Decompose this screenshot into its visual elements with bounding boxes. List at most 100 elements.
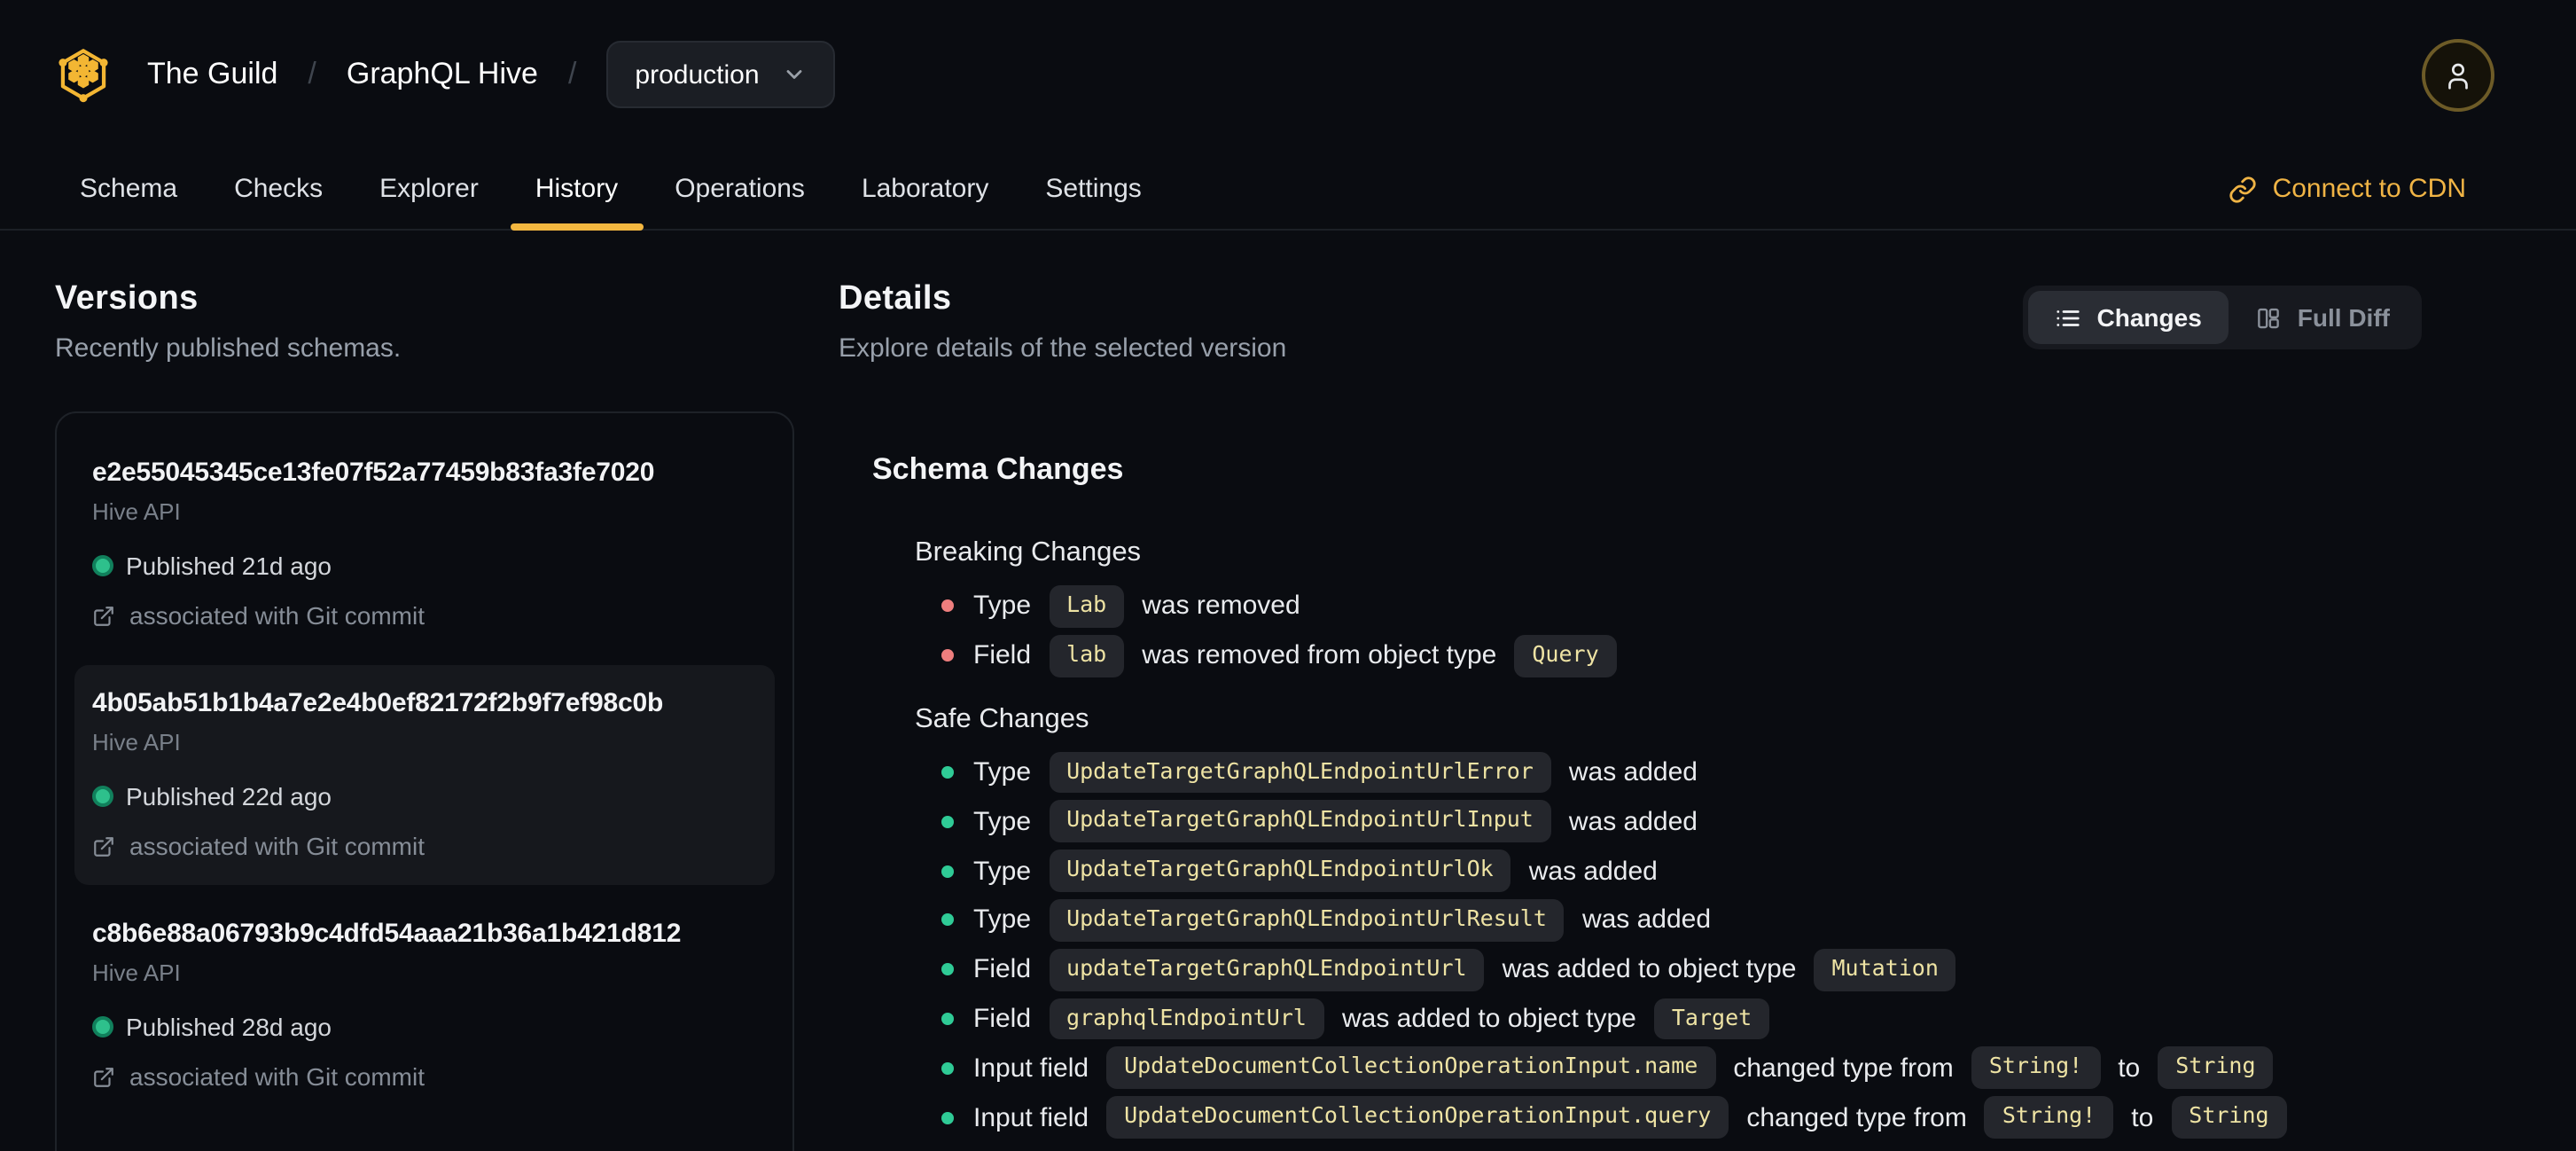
- code-badge: Query: [1514, 634, 1617, 677]
- nav-tab-label: Settings: [1045, 174, 1142, 204]
- git-commit-link[interactable]: associated with Git commit: [92, 832, 757, 860]
- git-commit-label: associated with Git commit: [129, 1062, 425, 1091]
- schema-change-item: Input field UpdateDocumentCollectionOpera…: [915, 1044, 2422, 1093]
- safe-changes-list: Type UpdateTargetGraphQLEndpointUrlError w…: [915, 748, 2422, 1142]
- change-text: changed type from: [1746, 1102, 1967, 1133]
- version-hash: c8b6e88a06793b9c4dfd54aaa21b36a1b421d812: [92, 919, 682, 949]
- user-icon: [2448, 62, 2468, 89]
- breadcrumb: The Guild / GraphQL Hive / production: [147, 41, 836, 108]
- change-bullet-dot: [941, 1111, 954, 1124]
- schema-change-item: Field lab was removed from object type Quer…: [915, 631, 2422, 681]
- breadcrumb-project[interactable]: GraphQL Hive: [347, 57, 538, 92]
- nav-tab-history[interactable]: History: [510, 149, 643, 231]
- versions-panel: Versions Recently published schemas. e2e…: [55, 280, 794, 1151]
- main-content: Versions Recently published schemas. e2e…: [0, 231, 2576, 1151]
- change-text: Type: [973, 806, 1032, 837]
- version-service-name: Hive API: [92, 729, 181, 756]
- nav-tabs-bar: Schema Checks Explorer History Operations Lab…: [0, 149, 2576, 231]
- breaking-changes-title: Breaking Changes: [915, 537, 1142, 568]
- view-toggle: Changes Full Diff: [2022, 286, 2422, 349]
- breadcrumb-separator: /: [308, 57, 316, 90]
- target-selector[interactable]: production: [606, 41, 836, 108]
- nav-tab-operations[interactable]: Operations: [650, 149, 830, 229]
- nav-tab-checks[interactable]: Checks: [209, 149, 347, 229]
- details-header: Details Explore details of the selected …: [839, 280, 2422, 364]
- change-text: Field: [973, 954, 1032, 985]
- nav-tab-schema[interactable]: Schema: [55, 149, 202, 229]
- nav-tab-laboratory[interactable]: Laboratory: [837, 149, 1013, 229]
- code-badge: String!: [1984, 1096, 2114, 1139]
- version-list-item[interactable]: a823f6db2a55df877dcf406006abca97fcc4858c…: [74, 1126, 775, 1151]
- changes-toggle-label: Changes: [2096, 303, 2202, 332]
- schema-change-item: Type UpdateTargetGraphQLEndpointUrlInput w…: [915, 797, 2422, 847]
- change-bullet-dot: [941, 1061, 954, 1075]
- code-badge: UpdateTargetGraphQLEndpointUrlResult: [1049, 898, 1565, 942]
- breaking-changes-list: Type Lab was removed Field lab was removed f…: [915, 582, 2422, 680]
- schema-change-item: Type UpdateTargetGraphQLEndpointUrlError w…: [915, 748, 2422, 797]
- change-content: Type UpdateTargetGraphQLEndpointUrlError w…: [973, 751, 1698, 794]
- details-title: Details: [839, 280, 952, 317]
- change-text: was added: [1568, 756, 1698, 787]
- published-status-dot: [92, 786, 113, 807]
- full-diff-toggle-button[interactable]: Full Diff: [2229, 291, 2416, 344]
- version-list-item[interactable]: c8b6e88a06793b9c4dfd54aaa21b36a1b421d812…: [74, 896, 775, 1116]
- schema-change-item: Field updateTargetGraphQLEndpointUrl was a…: [915, 945, 2422, 995]
- published-time: Published 22d ago: [126, 782, 332, 810]
- code-badge: String!: [1971, 1046, 2101, 1090]
- change-content: Input field UpdateDocumentCollectionOpera…: [973, 1046, 2274, 1090]
- breadcrumb-org[interactable]: The Guild: [147, 57, 277, 92]
- version-list-item[interactable]: e2e55045345ce13fe07f52a77459b83fa3fe7020…: [74, 435, 775, 654]
- change-bullet-dot: [941, 1012, 954, 1025]
- change-content: Input field UpdateDocumentCollectionOpera…: [973, 1096, 2287, 1139]
- connect-to-cdn-label: Connect to CDN: [2272, 174, 2466, 204]
- change-text: was added: [1581, 904, 1712, 936]
- versions-subtitle: Recently published schemas.: [55, 333, 402, 364]
- breadcrumb-separator: /: [567, 57, 577, 90]
- code-badge: graphqlEndpointUrl: [1049, 998, 1324, 1040]
- schema-changes-section: Schema Changes Breaking Changes Type Lab w…: [839, 452, 2422, 1142]
- hive-logo-icon[interactable]: [55, 46, 112, 103]
- code-badge: UpdateTargetGraphQLEndpointUrlError: [1049, 751, 1551, 794]
- change-bullet-dot: [941, 649, 954, 662]
- change-text: to: [2131, 1102, 2154, 1133]
- change-content: Type UpdateTargetGraphQLEndpointUrlResult…: [973, 898, 1712, 942]
- code-badge: UpdateDocumentCollectionOperationInput.n…: [1106, 1046, 1716, 1090]
- nav-tab-label: Checks: [234, 174, 324, 204]
- published-status: Published 21d ago: [92, 552, 757, 580]
- user-avatar-button[interactable]: [2422, 38, 2494, 111]
- code-badge: String: [2171, 1096, 2287, 1139]
- version-list-item[interactable]: 4b05ab51b1b4a7e2e4b0ef82172f2b9f7ef98c0b…: [74, 665, 775, 885]
- nav-tabs: Schema Checks Explorer History Operations Lab…: [55, 149, 1167, 231]
- nav-tab-explorer[interactable]: Explorer: [355, 149, 503, 229]
- change-bullet-dot: [941, 865, 954, 878]
- change-content: Type UpdateTargetGraphQLEndpointUrlOk was …: [973, 850, 1658, 893]
- versions-list: e2e55045345ce13fe07f52a77459b83fa3fe7020…: [55, 411, 794, 1151]
- git-commit-link[interactable]: associated with Git commit: [92, 601, 757, 630]
- code-badge: UpdateTargetGraphQLEndpointUrlOk: [1049, 850, 1511, 893]
- published-status-dot: [92, 1016, 113, 1037]
- published-time: Published 28d ago: [126, 1013, 332, 1041]
- change-text: was added to object type: [1341, 1003, 1636, 1034]
- change-bullet-dot: [941, 963, 954, 976]
- git-commit-label: associated with Git commit: [129, 832, 425, 860]
- change-text: to: [2118, 1053, 2141, 1084]
- git-commit-link[interactable]: associated with Git commit: [92, 1062, 757, 1091]
- link-icon: [2229, 176, 2256, 202]
- target-selector-value: production: [635, 59, 760, 90]
- change-text: Type: [973, 904, 1032, 936]
- schema-change-item: Type UpdateTargetGraphQLEndpointUrlOk was …: [915, 846, 2422, 896]
- schema-change-item: Field graphqlEndpointUrl was added to obje…: [915, 994, 2422, 1044]
- changes-toggle-button[interactable]: Changes: [2027, 291, 2229, 344]
- change-content: Field updateTargetGraphQLEndpointUrl was a…: [973, 948, 1956, 991]
- version-service-name: Hive API: [92, 498, 181, 525]
- connect-to-cdn-link[interactable]: Connect to CDN: [2229, 149, 2466, 229]
- external-link-icon: [94, 836, 113, 856]
- nav-tab-settings[interactable]: Settings: [1020, 149, 1166, 229]
- version-hash: 4b05ab51b1b4a7e2e4b0ef82172f2b9f7ef98c0b: [92, 688, 664, 718]
- safe-changes-group: Safe Changes Type UpdateTargetGraphQLEndp…: [872, 703, 2422, 1142]
- nav-tab-label: Schema: [80, 174, 178, 204]
- schema-change-item: Input field UpdateDocumentCollectionOpera…: [915, 1092, 2422, 1142]
- nav-tab-label: Explorer: [379, 174, 479, 204]
- schema-change-item: Type UpdateTargetGraphQLEndpointUrlResult…: [915, 896, 2422, 945]
- published-time: Published 21d ago: [126, 552, 332, 580]
